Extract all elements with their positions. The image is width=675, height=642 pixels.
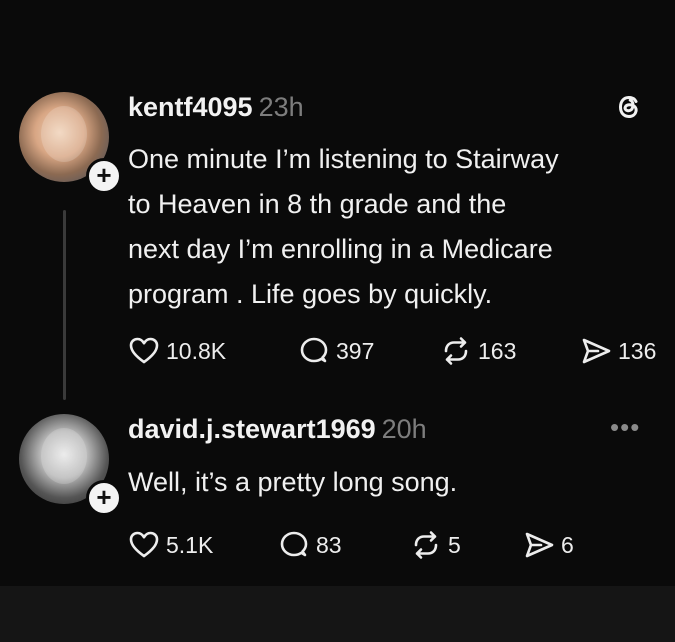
post-text-line: to Heaven in 8 th grade and the [128, 189, 507, 219]
timestamp: 20h [381, 414, 427, 444]
share-button[interactable]: 6 [523, 527, 574, 563]
post-body: Well, it’s a pretty long song. [128, 460, 668, 505]
post-header: kentf4095 23h [128, 90, 304, 124]
like-button[interactable]: 5.1K [128, 527, 213, 563]
reply-button[interactable]: 83 [278, 527, 342, 563]
post-actions: 5.1K 83 5 6 [128, 527, 675, 563]
like-count: 10.8K [166, 337, 227, 364]
post-text-line: next day I’m enrolling in a Medicare [128, 234, 553, 264]
heart-icon [129, 531, 159, 558]
reply-count: 397 [336, 337, 375, 364]
bottom-bar [0, 586, 675, 642]
threads-logo-icon [618, 95, 638, 119]
follow-plus-icon[interactable]: + [86, 480, 122, 516]
username[interactable]: david.j.stewart1969 [128, 414, 376, 444]
send-icon [525, 532, 554, 558]
heart-icon [129, 337, 159, 364]
repost-count: 163 [478, 337, 517, 364]
more-options-icon[interactable]: ••• [610, 414, 640, 440]
like-button[interactable]: 10.8K [128, 333, 226, 369]
share-button[interactable]: 136 [580, 333, 656, 369]
reply-button[interactable]: 397 [298, 333, 374, 369]
thread-connector-line [63, 210, 66, 400]
repost-count: 5 [448, 531, 461, 558]
post-body: One minute I’m listening to Stairway to … [128, 137, 668, 317]
post-text-line: program . Life goes by quickly. [128, 279, 493, 309]
username[interactable]: kentf4095 [128, 92, 253, 122]
post-text-line: One minute I’m listening to Stairway [128, 144, 559, 174]
repost-arrows-icon [444, 337, 468, 365]
avatar-face [41, 106, 87, 162]
timestamp: 23h [258, 92, 304, 122]
post-actions: 10.8K 397 163 136 [128, 333, 675, 369]
avatar-face [41, 428, 87, 484]
avatar-container[interactable]: + [19, 92, 122, 194]
like-count: 5.1K [166, 531, 214, 558]
comment-bubble-icon [280, 531, 308, 557]
repost-button[interactable]: 163 [440, 333, 516, 369]
post-text-line: Well, it’s a pretty long song. [128, 467, 458, 497]
comment-bubble-icon [300, 337, 328, 363]
follow-plus-icon[interactable]: + [86, 158, 122, 194]
post-header: david.j.stewart1969 20h [128, 412, 427, 446]
repost-arrows-icon [414, 531, 438, 559]
share-count: 136 [618, 337, 657, 364]
reply-count: 83 [316, 531, 342, 558]
avatar-container[interactable]: + [19, 414, 122, 516]
send-icon [582, 338, 611, 364]
share-count: 6 [561, 531, 574, 558]
repost-button[interactable]: 5 [410, 527, 461, 563]
